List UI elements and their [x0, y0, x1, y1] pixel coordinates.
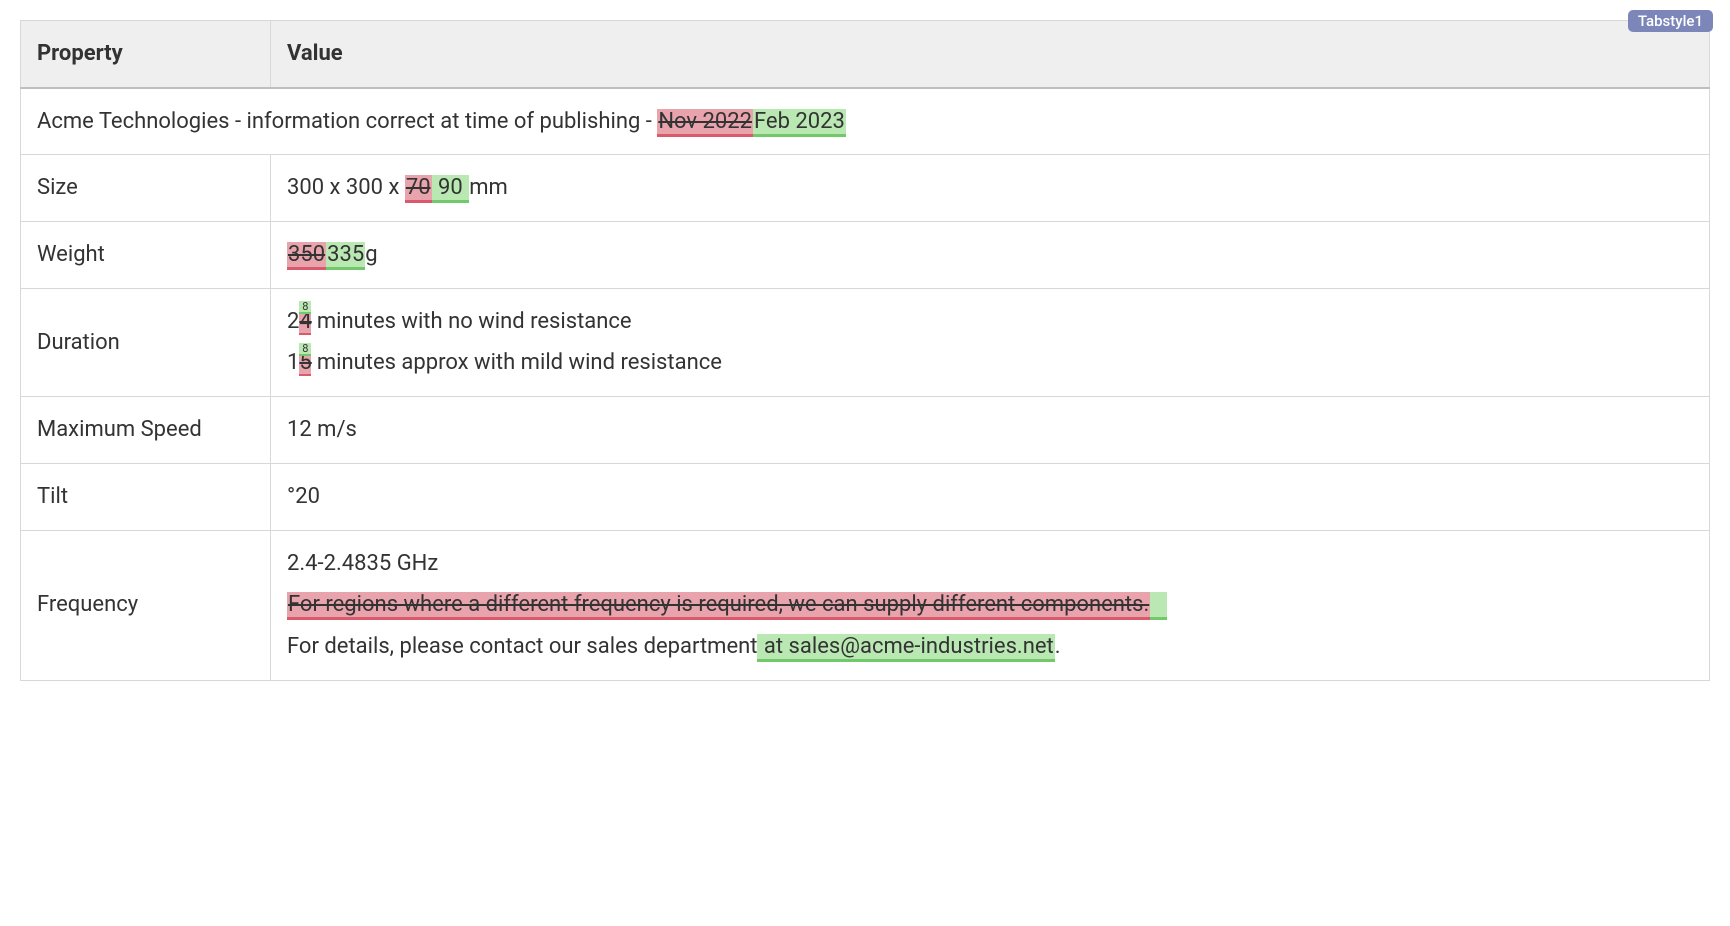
row-duration: Duration 284 minutes with no wind resist…	[21, 288, 1710, 396]
spec-table: Property Value Acme Technologies - infor…	[20, 20, 1710, 681]
duration-l2-post: minutes approx with mild wind resistance	[311, 350, 722, 375]
tabstyle-badge: Tabstyle1	[1628, 10, 1713, 32]
tilt-label: Tilt	[21, 463, 271, 530]
row-tilt: Tilt °20	[21, 463, 1710, 530]
duration-line-2: 185 minutes approx with mild wind resist…	[287, 342, 1693, 378]
size-deleted: 70	[405, 175, 432, 203]
weight-inserted: 335	[326, 242, 365, 270]
duration-value: 284 minutes with no wind resistance 185 …	[271, 288, 1710, 396]
frequency-l3-prefix: For details, please contact our sales de…	[287, 634, 757, 659]
frequency-line-3: For details, please contact our sales de…	[287, 626, 1693, 662]
duration-l2-del: 5	[299, 352, 311, 376]
row-frequency: Frequency 2.4-2.4835 GHz For regions whe…	[21, 530, 1710, 680]
row-weight: Weight 350335g	[21, 222, 1710, 289]
size-value: 300 x 300 x 70 90 mm	[271, 155, 1710, 222]
pilcrow-icon: ¶	[1150, 592, 1167, 620]
duration-l1-change: 84	[299, 311, 311, 335]
duration-l2-pre: 1	[287, 350, 299, 375]
duration-label: Duration	[21, 288, 271, 396]
header-property: Property	[21, 21, 271, 88]
table-wrapper: Tabstyle1 Property Value Acme Technologi…	[20, 20, 1710, 681]
duration-l2-ins: 8	[299, 343, 311, 356]
frequency-line-1: 2.4-2.4835 GHz	[287, 549, 1693, 585]
duration-l1-del: 4	[299, 311, 311, 335]
tilt-value: °20	[271, 463, 1710, 530]
row-size: Size 300 x 300 x 70 90 mm	[21, 155, 1710, 222]
intro-row: Acme Technologies - information correct …	[21, 88, 1710, 155]
intro-deleted: Nov 2022	[657, 109, 753, 137]
weight-suffix: g	[365, 242, 377, 267]
duration-l1-post: minutes with no wind resistance	[311, 309, 631, 334]
weight-value: 350335g	[271, 222, 1710, 289]
row-maxspeed: Maximum Speed 12 m/s	[21, 397, 1710, 464]
header-row: Property Value	[21, 21, 1710, 88]
size-prefix: 300 x 300 x	[287, 175, 405, 200]
maxspeed-label: Maximum Speed	[21, 397, 271, 464]
frequency-l2-deleted: For regions where a different frequency …	[287, 592, 1150, 620]
intro-prefix: Acme Technologies - information correct …	[37, 109, 657, 134]
frequency-l3-inserted: at sales@acme-industries.net	[757, 634, 1054, 662]
frequency-l3-suffix: .	[1055, 634, 1061, 659]
header-value: Value	[271, 21, 1710, 88]
size-label: Size	[21, 155, 271, 222]
size-inserted: 90	[432, 175, 470, 203]
duration-l1-pre: 2	[287, 309, 299, 334]
maxspeed-value: 12 m/s	[271, 397, 1710, 464]
weight-label: Weight	[21, 222, 271, 289]
weight-deleted: 350	[287, 242, 326, 270]
duration-l2-change: 85	[299, 352, 311, 376]
size-suffix: mm	[469, 175, 508, 200]
intro-inserted: Feb 2023	[753, 109, 846, 137]
duration-line-1: 284 minutes with no wind resistance	[287, 307, 1693, 343]
frequency-line-2: For regions where a different frequency …	[287, 584, 1693, 626]
frequency-value: 2.4-2.4835 GHz For regions where a diffe…	[271, 530, 1710, 680]
intro-cell: Acme Technologies - information correct …	[21, 88, 1710, 155]
frequency-label: Frequency	[21, 530, 271, 680]
duration-l1-ins: 8	[299, 301, 311, 314]
